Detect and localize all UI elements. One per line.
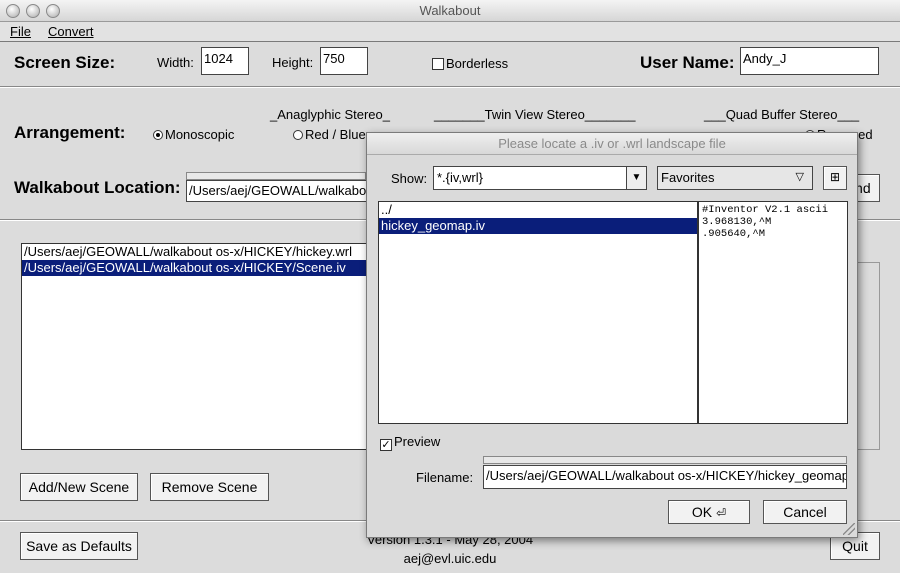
filename-scrollbar[interactable] <box>483 456 847 464</box>
monoscopic-label: Monoscopic <box>165 127 235 142</box>
location-scrollbar[interactable] <box>186 172 366 180</box>
add-favorite-button[interactable]: ⊞ <box>823 166 847 190</box>
file-list-item[interactable]: ../ <box>379 202 697 218</box>
preview-line: .905640,^M <box>702 228 766 240</box>
preview-line: 3.968130,^M <box>702 216 772 228</box>
file-preview-pane: #Inventor V2.1 ascii 3.968130,^M .905640… <box>698 201 848 424</box>
red-blue-label: Red / Blue <box>305 127 366 142</box>
walkabout-location-label: Walkabout Location: <box>14 178 181 197</box>
dialog-title: Please locate a .iv or .wrl landscape fi… <box>367 133 857 155</box>
ok-button[interactable]: OK ⏎ <box>668 500 750 524</box>
scene-list-item[interactable]: /Users/aej/GEOWALL/walkabout os-x/HICKEY… <box>22 244 380 260</box>
folder-add-icon: ⊞ <box>829 170 841 184</box>
location-input[interactable]: /Users/aej/GEOWALL/walkabout os-x/ <box>186 180 368 202</box>
menu-file[interactable]: File <box>10 24 31 39</box>
width-input[interactable]: 1024 <box>201 47 249 75</box>
favorites-label: Favorites <box>661 170 715 185</box>
scene-list-item-selected[interactable]: /Users/aej/GEOWALL/walkabout os-x/HICKEY… <box>22 260 380 276</box>
borderless-label: Borderless <box>446 56 509 71</box>
window-title: Walkabout <box>419 3 481 18</box>
screen-size-label: Screen Size: <box>14 53 116 72</box>
email-text: aej@evl.uic.edu <box>403 551 497 566</box>
radio-button[interactable] <box>293 130 303 140</box>
height-input[interactable]: 750 <box>320 47 368 75</box>
scene-list[interactable]: /Users/aej/GEOWALL/walkabout os-x/HICKEY… <box>21 243 381 450</box>
file-list-item-selected[interactable]: hickey_geomap.iv <box>379 218 697 234</box>
preview-checkbox[interactable]: ✓ Preview <box>380 434 440 451</box>
preview-check-box[interactable]: ✓ <box>380 439 392 451</box>
title-bar: Walkabout <box>0 0 900 22</box>
add-new-scene-button[interactable]: Add/New Scene <box>20 473 138 501</box>
arrangement-label: Arrangement: <box>14 123 126 142</box>
ok-button-label: OK <box>691 504 713 520</box>
file-chooser-dialog: Please locate a .iv or .wrl landscape fi… <box>366 132 858 538</box>
menu-bar: File Convert <box>0 22 900 42</box>
menu-convert[interactable]: Convert <box>48 24 94 39</box>
radio-monoscopic[interactable]: Monoscopic <box>153 127 234 142</box>
chevron-down-icon[interactable]: ▼ <box>626 167 646 189</box>
quad-buffer-header: ___Quad Buffer Stereo___ <box>704 107 860 122</box>
divider <box>0 86 900 88</box>
file-list[interactable]: ../ hickey_geomap.iv <box>378 201 698 424</box>
width-label: Width: <box>157 55 194 70</box>
resize-grip-icon[interactable] <box>843 523 855 535</box>
show-label: Show: <box>391 171 428 186</box>
borderless-checkbox[interactable]: Borderless <box>432 56 508 71</box>
filename-label: Filename: <box>416 470 474 485</box>
show-filter-select[interactable]: *.{iv,wrl} ▼ <box>433 166 647 190</box>
filename-input[interactable]: /Users/aej/GEOWALL/walkabout os-x/HICKEY… <box>483 465 847 489</box>
preview-line: #Inventor V2.1 ascii <box>702 204 829 216</box>
triangle-down-icon: ▽ <box>795 171 804 183</box>
cancel-button[interactable]: Cancel <box>763 500 847 524</box>
favorites-select[interactable]: Favorites ▽ <box>657 166 813 190</box>
save-as-defaults-button[interactable]: Save as Defaults <box>20 532 138 560</box>
return-key-icon: ⏎ <box>716 506 727 520</box>
user-name-label: User Name: <box>640 53 735 72</box>
radio-button[interactable] <box>153 130 163 140</box>
radio-red-blue[interactable]: Red / Blue <box>293 127 366 142</box>
user-name-input[interactable]: Andy_J <box>740 47 879 75</box>
borderless-check-box[interactable] <box>432 58 444 70</box>
anaglyph-header: _Anaglyphic Stereo_ <box>270 107 390 122</box>
height-label: Height: <box>272 55 314 70</box>
remove-scene-button[interactable]: Remove Scene <box>150 473 269 501</box>
preview-label: Preview <box>394 434 441 449</box>
show-filter-value: *.{iv,wrl} <box>437 170 483 185</box>
twin-view-header: _______Twin View Stereo_______ <box>434 107 636 122</box>
